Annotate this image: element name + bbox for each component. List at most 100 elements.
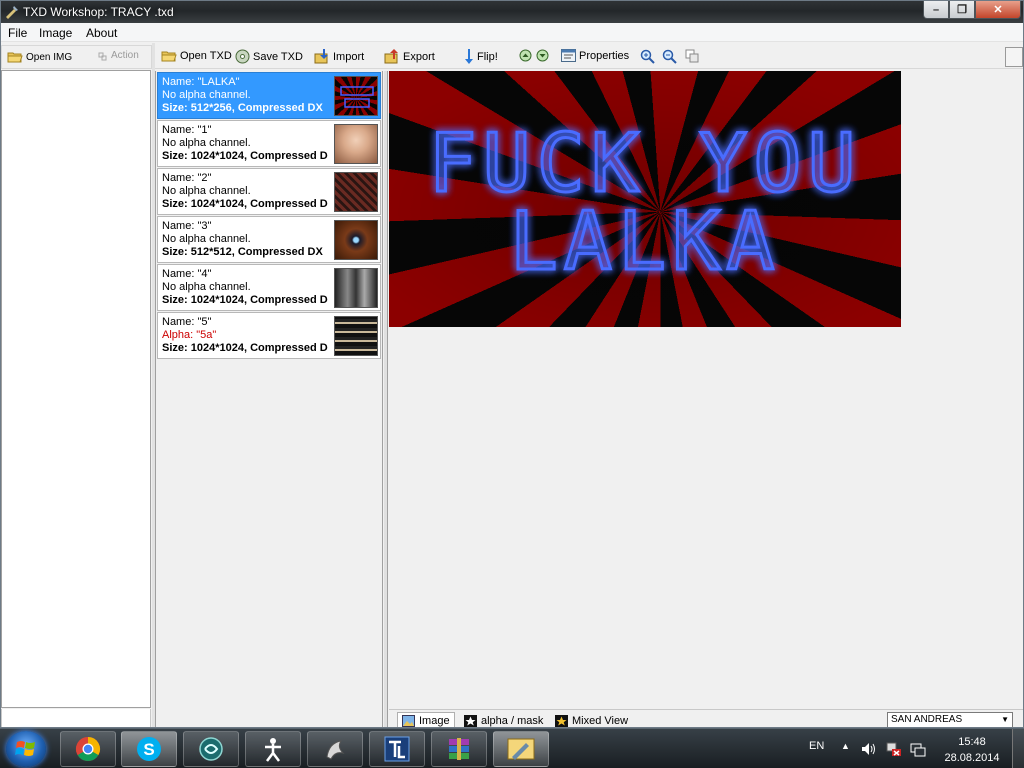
properties-button[interactable]: Properties [561,49,629,62]
minimize-button[interactable]: – [923,1,949,19]
taskbar-chrome[interactable] [60,731,116,767]
texture-item[interactable]: Name: "3" No alpha channel. Size: 512*51… [157,216,381,263]
img-panel: Open IMG Action [1,43,152,727]
save-txd-button[interactable]: Save TXD [235,49,303,64]
export-icon [384,49,398,64]
texture-name: Name: "2" [162,172,212,184]
language-indicator[interactable]: EN [809,740,824,752]
toolbar-overflow-button[interactable] [1005,47,1023,67]
open-img-label: Open IMG [26,51,73,63]
properties-label: Properties [579,49,630,62]
tab-image-label: Image [419,715,450,727]
tab-mixed-view[interactable]: Mixed View [551,712,632,727]
img-file-list[interactable] [1,70,151,708]
preview-text-line2: LALKA [510,195,781,288]
export-button[interactable]: Export [384,49,435,64]
zoom-in-button[interactable] [640,49,655,64]
taskbar-app-tl[interactable] [369,731,425,767]
menu-bar: File Image About [1,23,1023,42]
taskbar-skype[interactable]: S [121,731,177,767]
maximize-button[interactable]: ❐ [949,1,975,19]
img-status-field [1,709,151,727]
title-bar[interactable]: TXD Workshop: TRACY .txd – ❐ ✕ [1,1,1023,23]
texture-item[interactable]: Name: "2" No alpha channel. Size: 1024*1… [157,168,381,215]
save-txd-label: Save TXD [253,50,303,63]
start-button[interactable] [6,731,46,767]
import-button[interactable]: Import [314,49,364,64]
taskbar-3dsmax[interactable] [183,731,239,767]
taskbar-clock[interactable]: 15:48 28.08.2014 [940,734,1004,766]
skype-icon: S [137,737,161,761]
action-center-icon[interactable] [910,741,926,757]
open-img-button[interactable]: Open IMG [7,50,72,64]
texture-name: Name: "5" [162,316,212,328]
open-txd-button[interactable]: Open TXD [161,49,232,63]
texture-alpha: No alpha channel. [162,137,251,149]
circle-up-icon [519,49,532,62]
network-error-icon[interactable] [886,741,902,757]
texture-name: Name: "3" [162,220,212,232]
game-version-select[interactable]: SAN ANDREAS ▼ [887,712,1013,727]
action-button[interactable]: Action [98,50,139,61]
texture-thumbnail [334,76,378,116]
zbrush-icon [265,738,281,762]
texture-thumbnail [334,124,378,164]
actual-size-button[interactable] [685,49,699,63]
texture-item[interactable]: Name: "4" No alpha channel. Size: 1024*1… [157,264,381,311]
close-button[interactable]: ✕ [975,1,1021,19]
texture-size: Size: 1024*1024, Compressed D [162,294,328,306]
arrow-down-icon [465,49,473,64]
tab-image[interactable]: Image [397,712,455,727]
taskbar-zbrush[interactable] [245,731,301,767]
tab-alpha-mask[interactable]: alpha / mask [460,712,547,727]
thumbnail-image [340,86,374,108]
circle-down-icon [536,49,549,62]
window-title: TXD Workshop: TRACY .txd [23,5,174,19]
texture-thumbnail [334,316,378,356]
window-controls: – ❐ ✕ [923,1,1021,19]
windows-logo-icon [15,741,35,756]
import-label: Import [333,50,365,63]
menu-file[interactable]: File [8,26,27,40]
action-label: Action [111,50,139,61]
texture-thumbnail [334,268,378,308]
texture-item[interactable]: Name: "1" No alpha channel. Size: 1024*1… [157,120,381,167]
disc-icon [235,49,250,64]
move-up-button[interactable] [519,49,532,62]
txd-workshop-icon [507,738,535,760]
list-splitter[interactable] [384,71,388,727]
texture-alpha: Alpha: "5a" [162,329,217,341]
zoom-out-button[interactable] [662,49,677,64]
show-hidden-icons[interactable]: ▲ [841,741,850,751]
flip-label: Flip! [477,50,498,63]
menu-image[interactable]: Image [39,26,72,40]
texture-size: Size: 1024*1024, Compressed D [162,198,328,210]
texture-list: Name: "LALKA" No alpha channel. Size: 51… [155,71,383,727]
volume-icon[interactable] [861,742,877,756]
texture-item[interactable]: Name: "5" Alpha: "5a" Size: 1024*1024, C… [157,312,381,359]
texture-name: Name: "4" [162,268,212,280]
move-down-button[interactable] [536,49,549,62]
app-icon [6,6,18,19]
show-desktop-button[interactable] [1012,729,1024,768]
star-icon [464,714,477,727]
tl-logo-icon [384,736,410,762]
actual-size-icon [685,49,699,63]
texture-thumbnail [334,172,378,212]
texture-item[interactable]: Name: "LALKA" No alpha channel. Size: 51… [157,72,381,119]
zoom-out-icon [662,49,677,64]
view-tabs: Image alpha / mask Mixed View SAN ANDREA… [389,709,1023,727]
taskbar-txd-workshop[interactable] [493,731,549,767]
winrar-icon [449,738,469,760]
app-window: TXD Workshop: TRACY .txd – ❐ ✕ File Imag… [0,0,1024,728]
texture-preview[interactable]: FUCK YOU LALKA [389,71,901,327]
taskbar-app-dolphin[interactable] [307,731,363,767]
mixed-star-icon [555,714,568,727]
3dsmax-icon [199,737,223,761]
taskbar-winrar[interactable] [431,731,487,767]
flip-button[interactable]: Flip! [464,49,498,64]
texture-size: Size: 512*256, Compressed DX [162,102,323,114]
action-icon [98,52,107,60]
menu-about[interactable]: About [86,26,117,40]
close-icon: ✕ [993,4,1003,16]
